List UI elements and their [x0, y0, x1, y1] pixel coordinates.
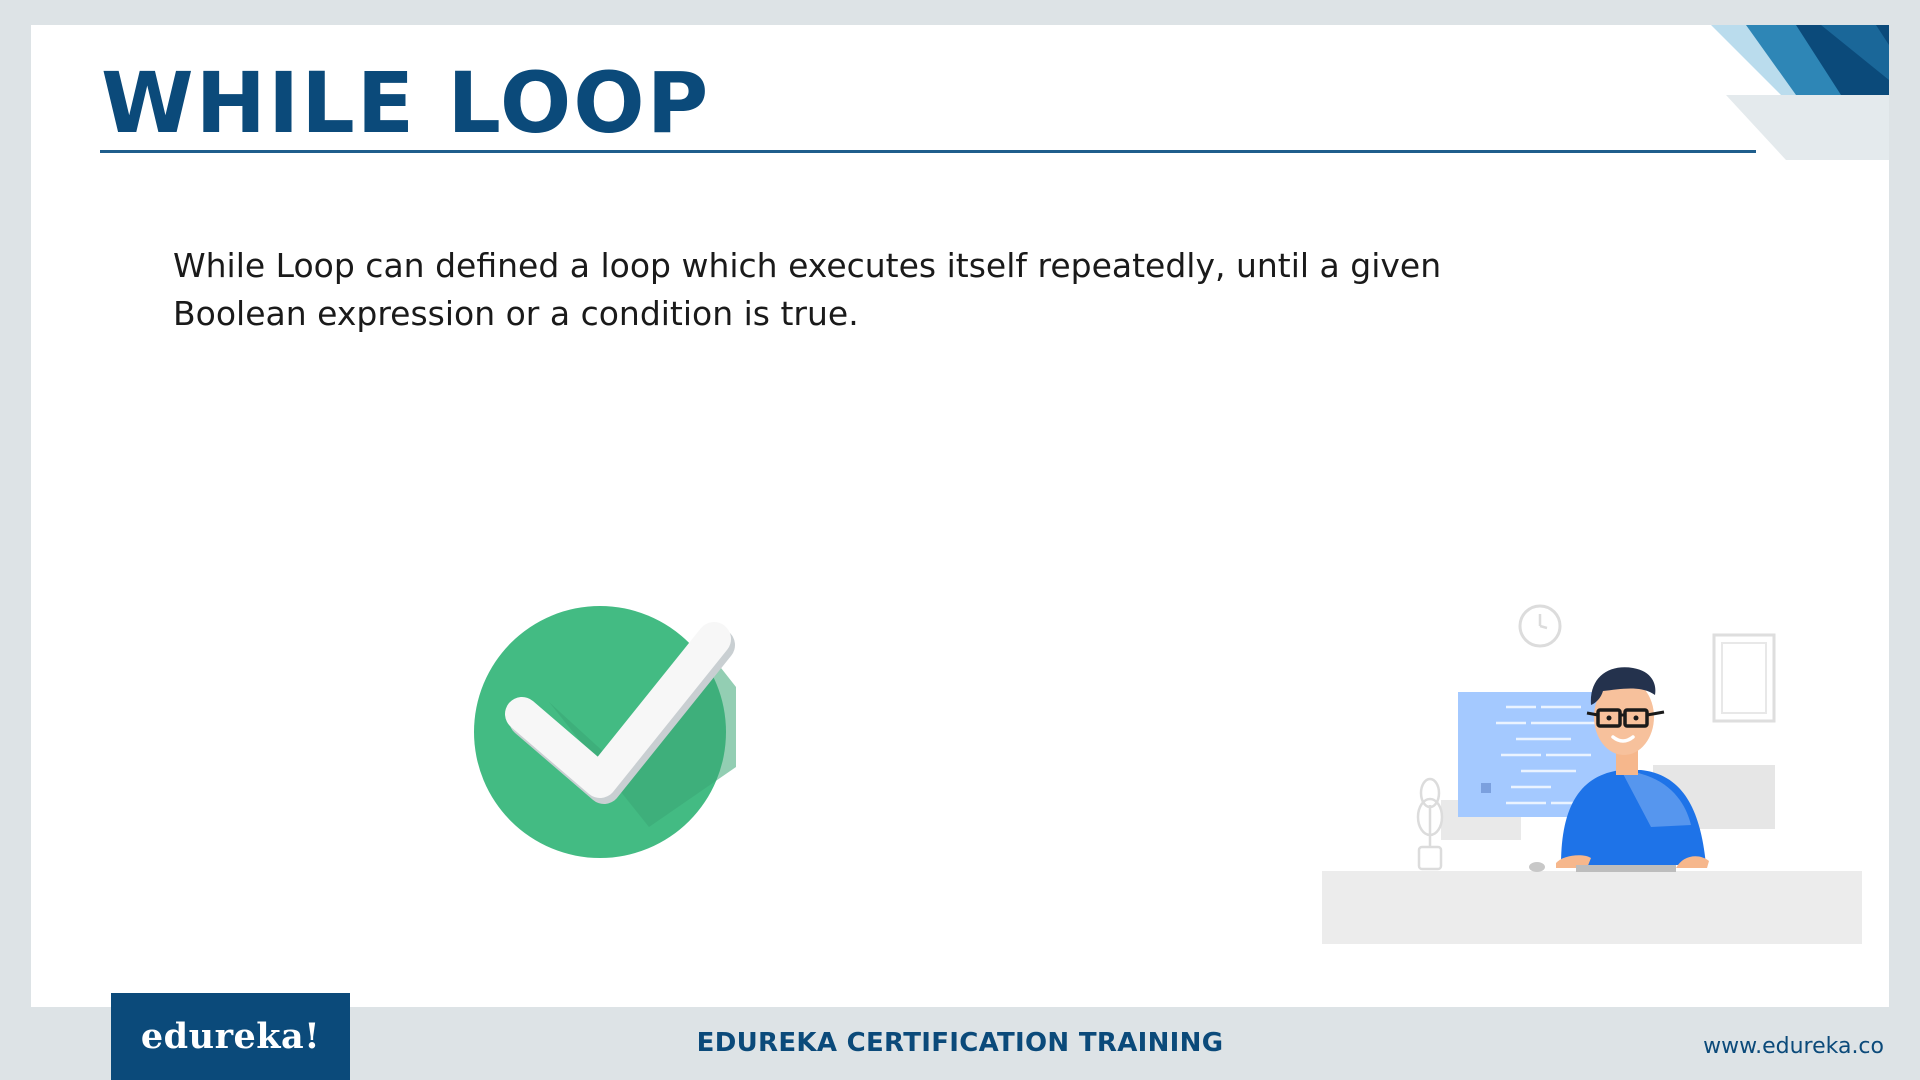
checkmark-circle-icon	[474, 606, 736, 858]
footer-url: www.edureka.co	[1703, 1034, 1884, 1059]
footer-certification-text: EDUREKA CERTIFICATION TRAINING	[696, 1028, 1224, 1058]
developer-at-desk-illustration	[1322, 604, 1862, 944]
title-underline	[100, 150, 1756, 153]
corner-decoration	[1711, 25, 1889, 160]
slide-body-text: While Loop can defined a loop which exec…	[173, 246, 1442, 333]
slide: WHILE LOOP While Loop can defined a loop…	[31, 25, 1889, 1007]
page-title: WHILE LOOP	[101, 54, 711, 152]
